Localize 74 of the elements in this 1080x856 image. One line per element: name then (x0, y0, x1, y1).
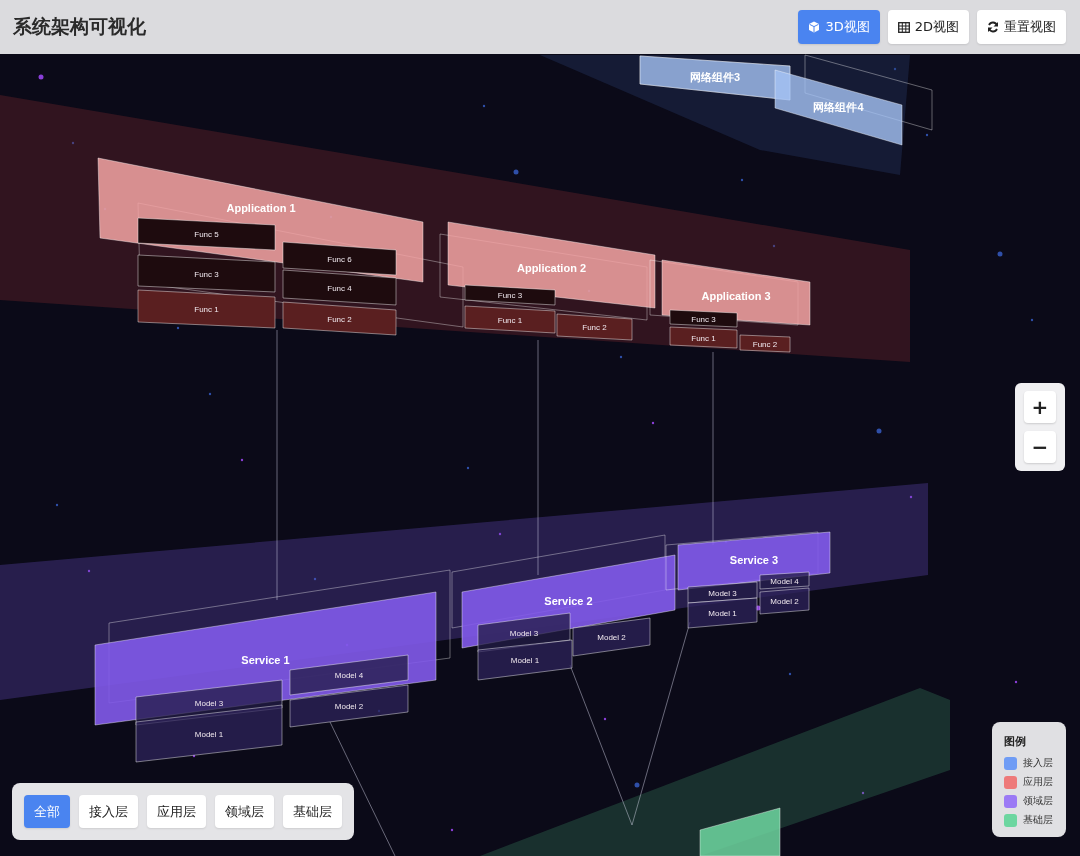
block-label: 网络组件3 (689, 70, 741, 83)
zoom-out-button[interactable]: − (1024, 431, 1056, 463)
infrastructure-block[interactable] (699, 807, 781, 856)
function-block[interactable] (464, 305, 556, 334)
function-block[interactable] (464, 284, 556, 306)
block-label: Func 1 (497, 315, 523, 325)
legend-title: 图例 (1004, 734, 1027, 749)
block-label: Func 2 (327, 314, 352, 324)
block-label: Model 3 (194, 698, 224, 708)
page-title: 系统架构可视化 (13, 14, 146, 39)
function-block[interactable] (137, 217, 276, 251)
model-block[interactable] (687, 597, 758, 629)
block-label: Service 3 (729, 554, 779, 566)
filter-button[interactable]: 领域层 (215, 795, 274, 828)
block-label: Func 6 (327, 254, 352, 264)
block-label: Model 4 (770, 576, 799, 586)
block-label: Func 2 (752, 339, 778, 349)
refresh-icon (987, 21, 999, 33)
block-label: Func 2 (582, 323, 607, 333)
model-block[interactable] (135, 704, 283, 763)
block-label: Model 2 (334, 702, 364, 711)
application-block[interactable] (439, 221, 656, 321)
block-label: Application 2 (516, 261, 587, 274)
model-block[interactable] (477, 639, 573, 681)
model-block[interactable] (572, 617, 651, 657)
block-label: Model 1 (708, 608, 737, 618)
function-block[interactable] (282, 241, 397, 276)
block-label: Model 4 (334, 671, 364, 680)
block-label: Service 2 (544, 595, 593, 608)
block-label: Model 2 (770, 597, 799, 606)
function-block[interactable] (669, 309, 738, 328)
legend-label: 领域层 (1023, 794, 1053, 808)
block-label: Model 3 (708, 588, 737, 598)
filter-button[interactable]: 应用层 (147, 795, 206, 828)
block-label: Func 3 (194, 269, 219, 279)
filter-button[interactable]: 全部 (24, 795, 70, 828)
filter-button[interactable]: 接入层 (79, 795, 138, 828)
block-label: Func 3 (497, 291, 523, 300)
function-block[interactable] (282, 269, 397, 306)
legend-label: 应用层 (1023, 775, 1053, 789)
block-label: Service 1 (241, 654, 290, 666)
block-label: Func 1 (194, 305, 219, 315)
block-label: Model 1 (510, 655, 540, 665)
function-block[interactable] (739, 334, 791, 353)
block-label: Func 3 (691, 314, 716, 324)
block-label: Func 5 (194, 230, 219, 239)
function-block[interactable] (137, 254, 276, 293)
network-component-block[interactable] (639, 55, 791, 101)
filter-button[interactable]: 基础层 (283, 795, 342, 828)
cube-icon (808, 21, 821, 33)
block-label: Func 1 (691, 333, 716, 343)
network-component-block[interactable] (774, 54, 933, 146)
block-label: Application 1 (226, 202, 296, 214)
view-button[interactable]: 2D视图 (887, 10, 969, 44)
service-block[interactable] (665, 531, 831, 591)
block-label: 网络组件4 (813, 101, 864, 113)
function-block[interactable] (556, 313, 633, 341)
view-button[interactable]: 3D视图 (798, 10, 880, 44)
block-label: Model 1 (194, 729, 224, 739)
zoom-in-button[interactable]: + (1024, 391, 1056, 423)
function-block[interactable] (137, 289, 276, 329)
function-block[interactable] (282, 301, 397, 336)
model-block[interactable] (289, 684, 409, 728)
model-block[interactable] (289, 654, 409, 696)
model-block[interactable] (759, 571, 810, 590)
legend-label: 基础层 (1023, 813, 1053, 827)
block-label: Model 2 (597, 632, 626, 642)
table-icon (897, 21, 910, 33)
block-label: Model 3 (509, 628, 539, 638)
block-label: Application 3 (701, 289, 771, 302)
block-label: Func 4 (327, 283, 352, 293)
view-button[interactable]: 重置视图 (977, 10, 1066, 44)
model-block[interactable] (759, 587, 810, 615)
legend-label: 接入层 (1023, 756, 1053, 770)
